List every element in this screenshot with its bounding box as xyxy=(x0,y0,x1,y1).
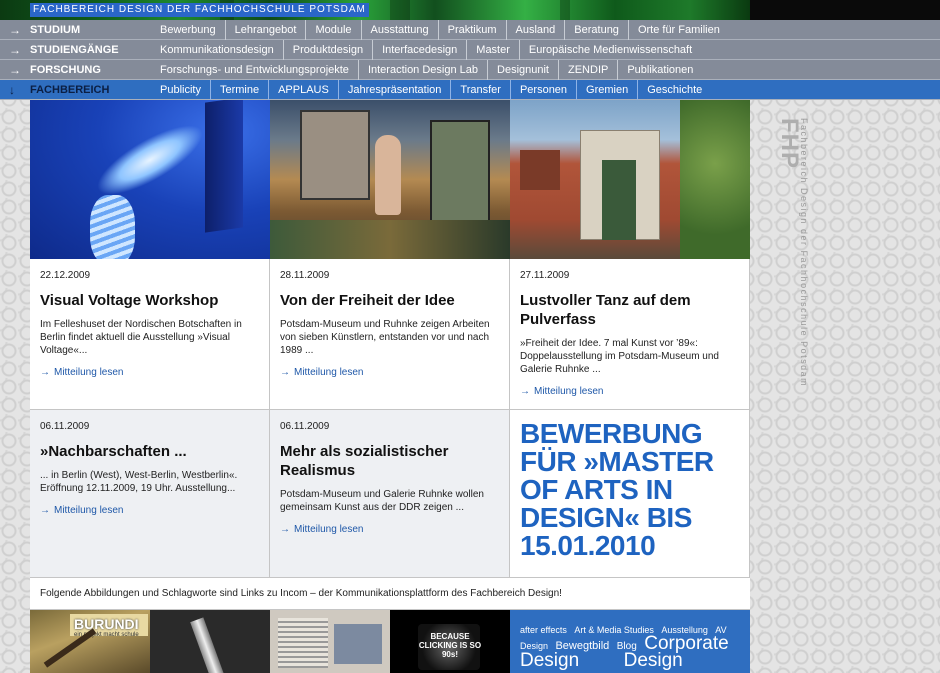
news-teaser: Potsdam-Museum und Ruhnke zeigen Arbeite… xyxy=(280,319,490,356)
news-teaser: Potsdam-Museum und Galerie Ruhnke wollen… xyxy=(280,489,484,513)
banner-stripe xyxy=(390,0,410,20)
nav-link[interactable]: Publicity xyxy=(160,80,210,100)
nav-link[interactable]: Ausland xyxy=(505,20,565,40)
arrow-right-icon: → xyxy=(9,43,21,57)
tag-link[interactable]: Art & Media Studies xyxy=(574,625,654,635)
nav-link[interactable]: Beratung xyxy=(564,20,628,40)
nav-row-fachbereich: ↓ FACHBEREICH Publicity Termine APPLAUS … xyxy=(0,80,940,100)
news-card: 06.11.2009 Mehr als sozialistischer Real… xyxy=(270,410,510,578)
incom-thumb-burundi[interactable]: BURUNDI ein projekt macht schule xyxy=(30,610,150,673)
news-title[interactable]: Visual Voltage Workshop xyxy=(40,291,259,310)
fhp-brand[interactable]: FHP Fachbereich Design der Fachhochschul… xyxy=(775,118,815,387)
nav-section-studiengaenge[interactable]: STUDIENGÄNGE xyxy=(30,40,119,60)
nav-link[interactable]: Gremien xyxy=(576,80,637,100)
nav-link[interactable]: Geschichte xyxy=(637,80,711,100)
nav-link[interactable]: Publikationen xyxy=(617,60,702,80)
read-more-link[interactable]: → Mitteilung lesen xyxy=(280,367,499,378)
arrow-right-icon: → xyxy=(40,367,50,378)
nav-link[interactable]: Master xyxy=(466,40,519,60)
nav-link[interactable]: Forschungs- und Entwicklungsprojekte xyxy=(160,60,358,80)
nav-link[interactable]: Interfacedesign xyxy=(372,40,466,60)
nav-row-studiengaenge: → STUDIENGÄNGE Kommunikationsdesign Prod… xyxy=(0,40,940,60)
nav-link[interactable]: Kommunikationsdesign xyxy=(160,40,283,60)
nav-link[interactable]: APPLAUS xyxy=(268,80,338,100)
nav-link[interactable]: Designunit xyxy=(487,60,558,80)
news-image-freiheit[interactable] xyxy=(270,100,510,259)
arrow-right-icon: → xyxy=(280,524,290,535)
nav-section-studium[interactable]: STUDIUM xyxy=(30,20,80,40)
nav-links: Bewerbung Lehrangebot Module Ausstattung… xyxy=(160,20,729,40)
nav-link[interactable]: Module xyxy=(305,20,360,40)
arrow-right-icon: → xyxy=(9,63,21,77)
top-banner: FACHBEREICH DESIGN DER FACHHOCHSCHULE PO… xyxy=(0,0,750,20)
news-card: 06.11.2009 »Nachbarschaften ... ... in B… xyxy=(30,410,270,578)
nav-links: Kommunikationsdesign Produktdesign Inter… xyxy=(160,40,701,60)
news-card: 28.11.2009 Von der Freiheit der Idee Pot… xyxy=(270,100,510,410)
news-image-visual-voltage[interactable] xyxy=(30,100,270,259)
read-more-link[interactable]: → Mitteilung lesen xyxy=(40,505,259,516)
nav-link[interactable]: Interaction Design Lab xyxy=(357,60,487,80)
nav-link[interactable]: Lehrangebot xyxy=(224,20,306,40)
nav-links: Publicity Termine APPLAUS Jahrespräsenta… xyxy=(160,80,711,100)
incom-thumb-newspaper[interactable] xyxy=(270,610,390,673)
read-more-link[interactable]: → Mitteilung lesen xyxy=(280,524,499,535)
tag-link[interactable]: Design xyxy=(624,650,683,671)
news-date: 06.11.2009 xyxy=(280,421,330,432)
news-teaser: Im Felleshuset der Nordischen Botschafte… xyxy=(40,319,242,356)
nav-link[interactable]: Bewerbung xyxy=(160,20,225,40)
news-date: 27.11.2009 xyxy=(520,270,570,281)
read-more-link[interactable]: → Mitteilung lesen xyxy=(520,386,739,397)
fhp-subtitle: Fachbereich Design der Fachhochschule Po… xyxy=(799,118,809,388)
news-date: 06.11.2009 xyxy=(40,421,90,432)
nav-link[interactable]: Termine xyxy=(209,80,268,100)
top-banner-dark xyxy=(750,0,940,20)
incom-thumb-device[interactable] xyxy=(150,610,270,673)
nav-link[interactable]: Transfer xyxy=(450,80,510,100)
nav-link[interactable]: Ausstattung xyxy=(360,20,438,40)
arrow-right-icon: → xyxy=(520,386,530,397)
site-title[interactable]: FACHBEREICH DESIGN DER FACHHOCHSCHULE PO… xyxy=(30,3,369,17)
news-card: 27.11.2009 Lustvoller Tanz auf dem Pulve… xyxy=(510,100,750,410)
nav-section-fachbereich[interactable]: FACHBEREICH xyxy=(30,80,109,100)
news-title[interactable]: Lustvoller Tanz auf dem Pulverfass xyxy=(520,291,739,329)
news-title[interactable]: »Nachbarschaften ... xyxy=(40,442,259,461)
arrow-down-icon: ↓ xyxy=(9,83,15,97)
nav-link[interactable]: Produktdesign xyxy=(282,40,372,60)
news-title[interactable]: Von der Freiheit der Idee xyxy=(280,291,499,310)
news-title[interactable]: Mehr als sozialistischer Realismus xyxy=(280,442,499,480)
nav-link[interactable]: Orte für Familien xyxy=(627,20,729,40)
nav-section-forschung[interactable]: FORSCHUNG xyxy=(30,60,101,80)
arrow-right-icon: → xyxy=(9,23,21,37)
nav-link[interactable]: Jahrespräsentation xyxy=(337,80,451,100)
thumb-caption: BECAUSE CLICKING IS SO 90s! xyxy=(418,632,482,659)
news-teaser: »Freiheit der Idee. 7 mal Kunst vor ’89«… xyxy=(520,338,719,375)
read-more-link[interactable]: → Mitteilung lesen xyxy=(40,367,259,378)
nav-row-studium: → STUDIUM Bewerbung Lehrangebot Module A… xyxy=(0,20,940,40)
nav-link[interactable]: Europäische Medienwissenschaft xyxy=(518,40,701,60)
tag-link[interactable]: after effects xyxy=(520,625,567,635)
promo-text[interactable]: BEWERBUNG FÜR »MASTER OF ARTS IN DESIGN«… xyxy=(510,410,749,560)
nav-link[interactable]: Praktikum xyxy=(437,20,506,40)
incom-info: Folgende Abbildungen und Schlagworte sin… xyxy=(30,578,750,610)
arrow-right-icon: → xyxy=(280,367,290,378)
nav-link[interactable]: Personen xyxy=(509,80,576,100)
nav-link[interactable]: ZENDIP xyxy=(558,60,617,80)
news-date: 22.12.2009 xyxy=(40,270,91,281)
news-card: 22.12.2009 Visual Voltage Workshop Im Fe… xyxy=(30,100,270,410)
thumb-caption: BURUNDI xyxy=(74,616,139,632)
tag-cloud: after effects Art & Media Studies Ausste… xyxy=(510,610,750,673)
arrow-right-icon: → xyxy=(40,505,50,516)
nav-row-forschung: → FORSCHUNG Forschungs- und Entwicklungs… xyxy=(0,60,940,80)
news-date: 28.11.2009 xyxy=(280,270,330,281)
incom-thumb-clicking[interactable]: BECAUSE CLICKING IS SO 90s! xyxy=(390,610,510,673)
news-teaser: ... in Berlin (West), West-Berlin, Westb… xyxy=(40,470,238,494)
news-image-pulverfass[interactable] xyxy=(510,100,750,259)
banner-stripe xyxy=(560,0,570,20)
master-application-promo[interactable]: BEWERBUNG FÜR »MASTER OF ARTS IN DESIGN«… xyxy=(510,410,750,578)
nav-links: Forschungs- und Entwicklungsprojekte Int… xyxy=(160,60,702,80)
tag-link[interactable]: Design xyxy=(520,650,579,671)
